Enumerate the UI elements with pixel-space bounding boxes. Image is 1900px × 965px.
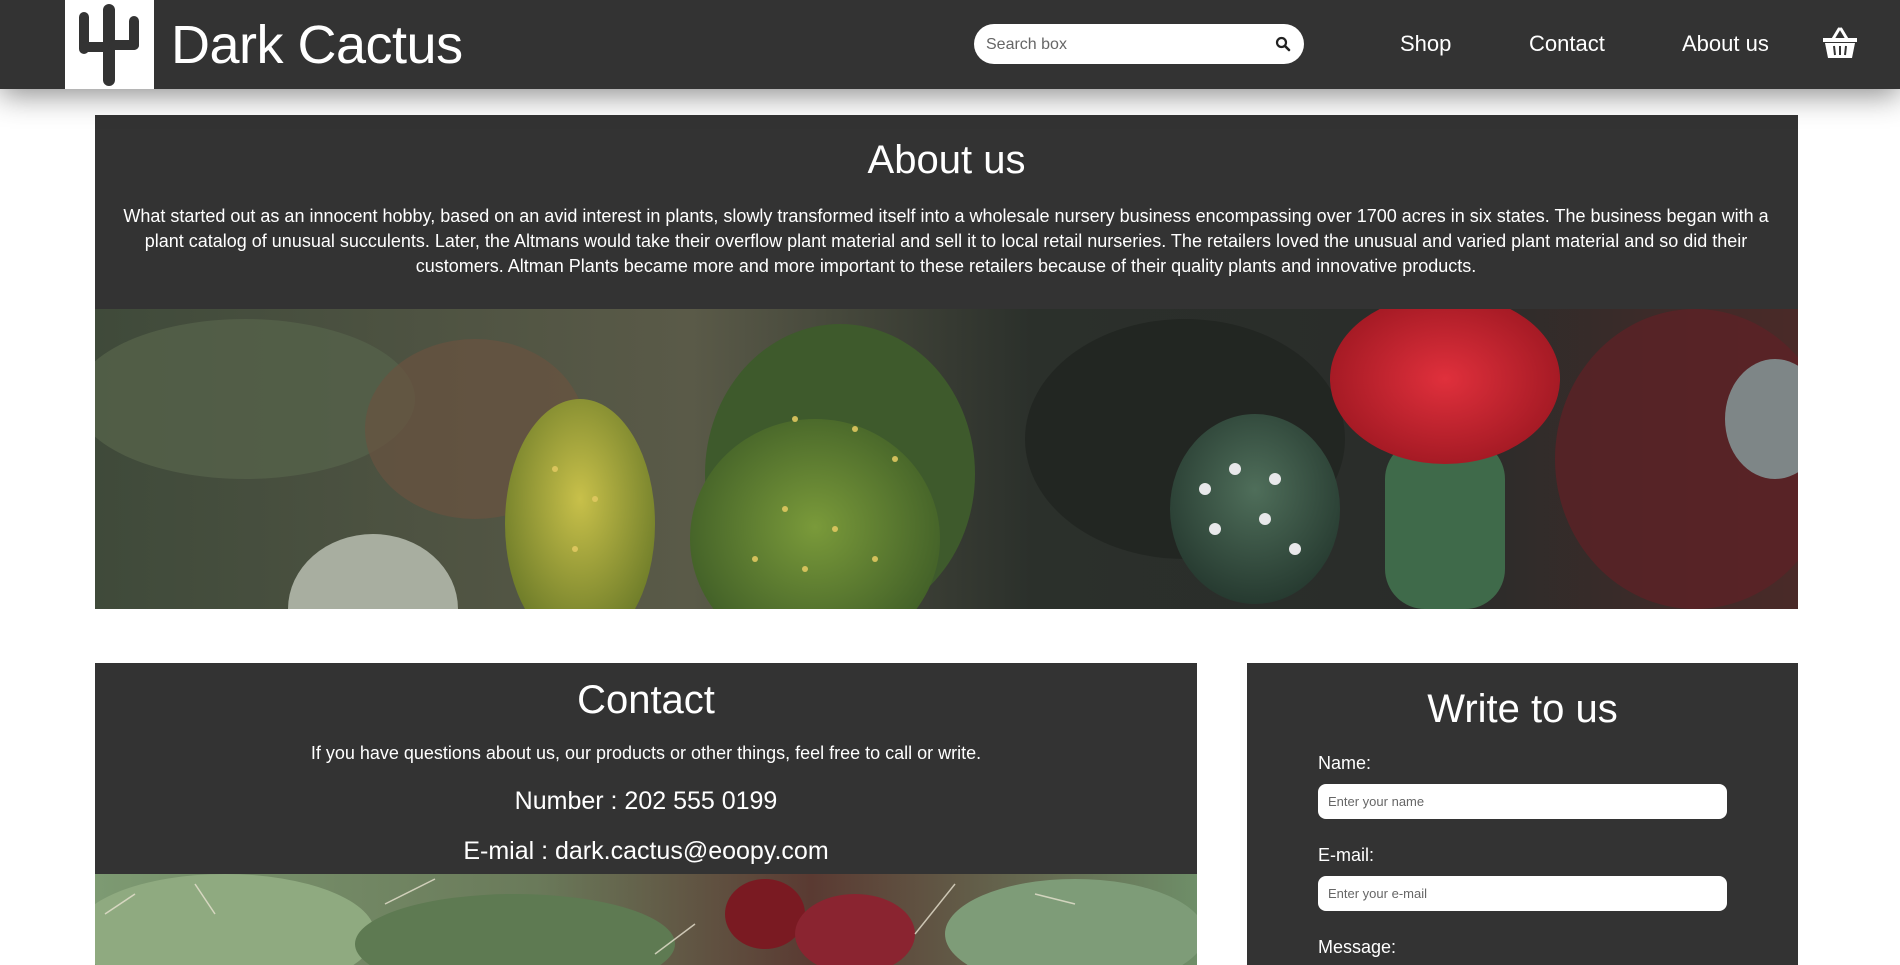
search-box [974, 24, 1304, 66]
cactus-photo [95, 309, 1798, 609]
cactus-icon [79, 4, 139, 86]
write-title: Write to us [1427, 687, 1618, 731]
about-section: About us What started out as an innocent… [95, 115, 1798, 609]
email-field[interactable] [1318, 876, 1727, 911]
basket-icon[interactable] [1822, 26, 1858, 60]
email-label: E-mail: [1318, 845, 1375, 865]
contact-number: Number : 202 555 0199 [514, 787, 778, 815]
nav-about-us[interactable]: About us [1682, 26, 1769, 62]
brand-name[interactable]: Dark Cactus [171, 10, 463, 80]
nav-contact[interactable]: Contact [1529, 26, 1605, 62]
message-label: Message: [1318, 937, 1397, 957]
about-text: What started out as an innocent hobby, b… [123, 206, 1769, 276]
contact-section: Contact If you have questions about us, … [95, 663, 1197, 965]
contact-intro: If you have questions about us, our prod… [310, 743, 982, 763]
search-input[interactable] [984, 24, 1268, 66]
nav-shop[interactable]: Shop [1400, 26, 1451, 62]
cactus-closeup-photo [95, 874, 1197, 965]
contact-email[interactable]: E-mial : dark.cactus@eoopy.com [95, 834, 1197, 868]
search-icon[interactable] [1274, 35, 1292, 53]
about-title: About us [867, 138, 1026, 182]
name-field[interactable] [1318, 784, 1727, 819]
write-to-us-form: Write to us Name: E-mail: Message: [1247, 663, 1798, 965]
logo[interactable] [65, 0, 154, 89]
contact-title: Contact [577, 678, 715, 722]
top-navbar: Dark Cactus Shop Contact About us [0, 0, 1900, 89]
name-label: Name: [1318, 753, 1372, 773]
